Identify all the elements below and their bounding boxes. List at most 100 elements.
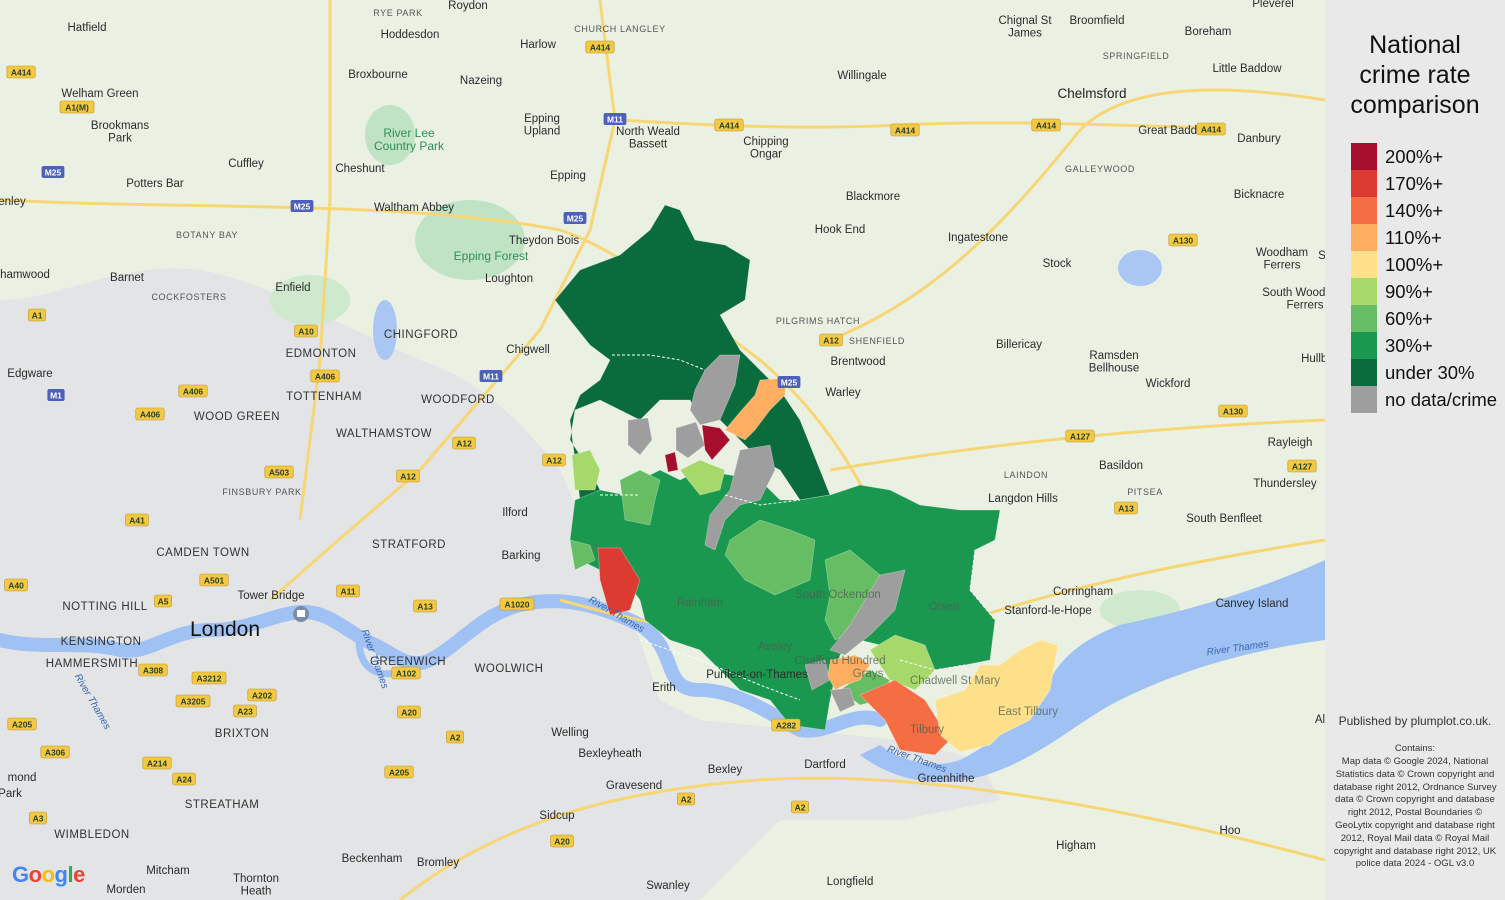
legend-swatch	[1351, 278, 1377, 305]
svg-text:A130: A130	[1173, 236, 1194, 246]
legend-swatch	[1351, 170, 1377, 197]
svg-text:A13: A13	[417, 602, 433, 612]
google-logo: Google	[12, 862, 85, 888]
road-shield: A406	[310, 369, 340, 383]
park-label: Epping Forest	[454, 249, 529, 263]
place-label: Bicknacre	[1234, 189, 1285, 201]
legend-swatch	[1351, 359, 1377, 386]
tower-bridge-marker[interactable]	[293, 606, 309, 622]
road-shield: A41	[125, 513, 149, 527]
legend-item: 140%+	[1351, 197, 1443, 224]
svg-text:A2: A2	[450, 733, 461, 743]
road-shield: A2	[791, 800, 809, 814]
place-label: Ilford	[502, 507, 528, 519]
place-label: enley	[0, 196, 26, 208]
google-logo-letter: o	[41, 862, 55, 887]
place-label: Pleverel	[1252, 0, 1294, 10]
place-label: Chipping Ongar	[743, 136, 788, 161]
svg-text:A13: A13	[1118, 504, 1134, 514]
google-logo-letter: g	[54, 862, 68, 887]
svg-text:A282: A282	[776, 721, 797, 731]
road-shield: A214	[142, 756, 172, 770]
place-label: Enfield	[275, 282, 310, 294]
place-label-city: Chelmsford	[1057, 86, 1126, 101]
legend-label: 200%+	[1385, 145, 1444, 167]
place-label-small: RYE PARK	[373, 8, 422, 18]
place-label: Chigwell	[506, 344, 549, 356]
place-label: Cheshunt	[335, 163, 385, 175]
map-canvas[interactable]: London Chelmsford Hatfield Hoddesdon Roydon H…	[0, 0, 1325, 900]
place-label-district: KENSINGTON	[61, 636, 142, 648]
place-label: Corringham	[1053, 586, 1113, 598]
legend-item: no data/crime	[1351, 386, 1497, 413]
motorway-shield: M11	[479, 370, 503, 382]
svg-text:A214: A214	[147, 759, 168, 769]
road-shield: A503	[264, 465, 294, 479]
svg-text:M25: M25	[294, 202, 311, 212]
legend-swatch	[1351, 224, 1377, 251]
road-shield: A202	[247, 688, 277, 702]
place-label: Willingale	[837, 70, 886, 82]
place-label-on-region: Aveley	[758, 641, 793, 653]
legend-label: under 30%	[1385, 361, 1475, 383]
place-label: Beckenham	[342, 853, 403, 865]
place-label: Boreham	[1185, 26, 1232, 38]
place-label: Swanley	[646, 880, 690, 892]
place-label-small: CHURCH LANGLEY	[574, 24, 665, 34]
place-label: Hullbridge	[1301, 353, 1325, 365]
place-label: Danbury	[1237, 133, 1281, 145]
svg-text:A205: A205	[12, 720, 33, 730]
place-label-small: PITSEA	[1127, 487, 1163, 497]
motorway-shield: M25	[41, 166, 65, 178]
place-label: Broomfield	[1070, 15, 1125, 27]
place-label: Barking	[502, 550, 541, 562]
road-shield: A102	[391, 666, 421, 680]
svg-text:A414: A414	[719, 121, 740, 131]
place-label: South Benfleet	[1186, 513, 1262, 525]
place-label: Purfleet-on-Thames	[706, 669, 808, 681]
road-shield: A20	[397, 705, 421, 719]
place-label-major: London	[190, 618, 260, 641]
legend-label: 60%+	[1385, 307, 1433, 329]
place-label: Blackmore	[846, 191, 900, 203]
svg-text:A503: A503	[269, 468, 290, 478]
svg-text:A414: A414	[1036, 121, 1057, 131]
place-label: Nazeing	[460, 75, 502, 87]
svg-text:M25: M25	[567, 214, 584, 224]
place-label-district: EDMONTON	[286, 348, 357, 360]
road-shield: A2	[677, 792, 695, 806]
legend-title-line: comparison	[1350, 91, 1480, 119]
svg-text:A3212: A3212	[196, 674, 221, 684]
legend-swatch	[1351, 251, 1377, 278]
legend-label: 170%+	[1385, 172, 1444, 194]
place-label: Wickford	[1146, 378, 1191, 390]
place-label: Hoddesdon	[381, 29, 440, 41]
road-shield: A130	[1218, 404, 1248, 418]
road-shield: A1	[28, 308, 46, 322]
place-label-small: PILGRIMS HATCH	[776, 316, 860, 326]
svg-text:M25: M25	[45, 168, 62, 178]
google-logo-letter: e	[73, 862, 85, 887]
legend-title-line: National	[1369, 31, 1461, 59]
place-label-small: COCKFOSTERS	[151, 292, 226, 302]
svg-text:A2: A2	[681, 795, 692, 805]
legend-item: 30%+	[1351, 332, 1433, 359]
road-shield: A414	[1196, 122, 1226, 136]
svg-text:A130: A130	[1223, 407, 1244, 417]
place-label-small: FINSBURY PARK	[222, 487, 301, 497]
legend-item: under 30%	[1351, 359, 1474, 386]
place-label: Roydon	[448, 0, 488, 12]
place-label-on-region: Orsett	[928, 601, 960, 613]
legend-item: 100%+	[1351, 251, 1443, 278]
place-label: Canvey Island	[1216, 598, 1289, 610]
legend-label: no data/crime	[1385, 388, 1498, 410]
road-shield: A5	[154, 594, 172, 608]
place-label: Mitcham	[146, 865, 189, 877]
road-shield: A406	[178, 384, 208, 398]
legend-title-line: crime rate	[1359, 61, 1471, 89]
motorway-shield: M25	[777, 376, 801, 388]
svg-text:M25: M25	[781, 378, 798, 388]
place-label-partial: Al	[1315, 714, 1325, 726]
place-label: Little Baddow	[1212, 63, 1282, 75]
place-label: Cuffley	[228, 158, 264, 170]
